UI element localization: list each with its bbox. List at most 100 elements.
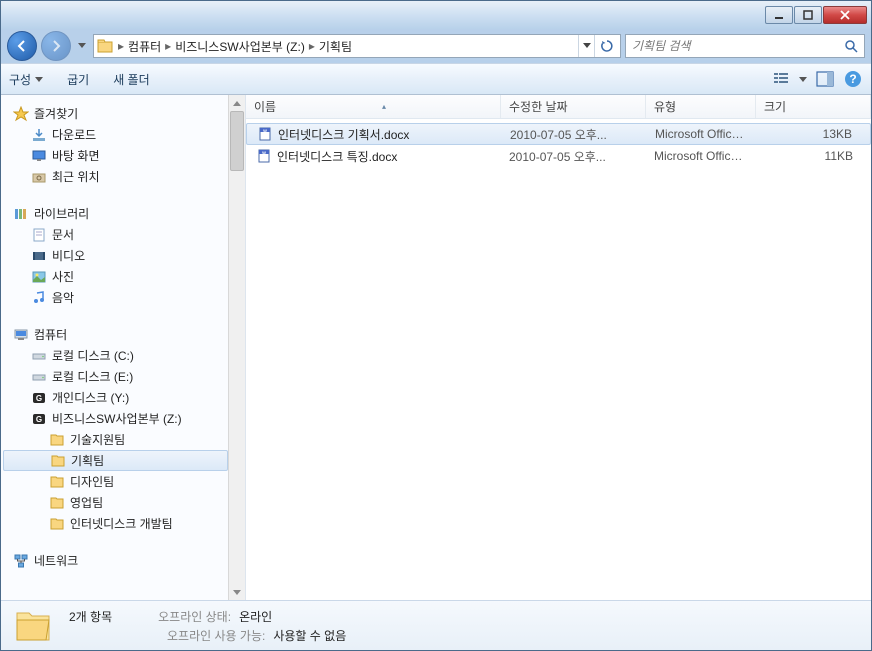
scroll-up-icon[interactable] — [229, 95, 245, 111]
help-button[interactable]: ? — [843, 69, 863, 89]
sidebar-item-network[interactable]: 네트워크 — [3, 550, 228, 571]
file-name: 인터넷디스크 기획서.docx — [278, 126, 409, 143]
sidebar-subfolder[interactable]: 기술지원팀 — [3, 429, 228, 450]
sidebar-item-drive-e[interactable]: 로컬 디스크 (E:) — [3, 366, 228, 387]
sidebar-item-drive-y[interactable]: G 개인디스크 (Y:) — [3, 387, 228, 408]
desktop-icon — [31, 148, 47, 164]
status-text: 2개 항목 오프라인 상태: 온라인 오프라인 사용 가능: 사용할 수 없음 — [69, 608, 346, 644]
sidebar-item-videos[interactable]: 비디오 — [3, 245, 228, 266]
picture-icon — [31, 269, 47, 285]
crumb-computer[interactable]: 컴퓨터 — [124, 38, 165, 55]
file-date: 2010-07-05 오후... — [501, 148, 646, 165]
svg-text:G: G — [36, 415, 42, 424]
video-icon — [31, 248, 47, 264]
tree-label: 다운로드 — [52, 126, 96, 143]
maximize-button[interactable] — [794, 6, 822, 24]
offline-state-label: 오프라인 상태: — [158, 608, 231, 625]
burn-button[interactable]: 굽기 — [67, 71, 89, 88]
crumb-drive[interactable]: 비즈니스SW사업본부 (Z:) — [171, 38, 309, 55]
tree-label: 영업팀 — [70, 494, 103, 511]
column-header-date[interactable]: 수정한 날짜 — [501, 95, 646, 118]
file-size: 11KB — [756, 149, 869, 163]
sidebar-item-favorites[interactable]: 즐겨찾기 — [3, 103, 228, 124]
scroll-thumb[interactable] — [230, 111, 244, 171]
tree-label: 최근 위치 — [52, 168, 100, 185]
column-header-name[interactable]: 이름 ▴ — [246, 95, 501, 118]
forward-button[interactable] — [41, 31, 71, 61]
folder-icon — [49, 495, 65, 511]
tree-label: 컴퓨터 — [34, 326, 67, 343]
libraries-icon — [13, 206, 29, 222]
column-header-type[interactable]: 유형 — [646, 95, 756, 118]
offline-avail-label: 오프라인 사용 가능: — [167, 627, 265, 644]
music-icon — [31, 290, 47, 306]
file-row[interactable]: W 인터넷디스크 기획서.docx 2010-07-05 오후... Micro… — [246, 123, 871, 145]
document-icon — [31, 227, 47, 243]
tree-label: 비즈니스SW사업본부 (Z:) — [52, 410, 182, 427]
search-box[interactable] — [625, 34, 865, 58]
offline-state-value: 온라인 — [239, 608, 272, 625]
sidebar-subfolder[interactable]: 인터넷디스크 개발팀 — [3, 513, 228, 534]
sidebar-item-drive-c[interactable]: 로컬 디스크 (C:) — [3, 345, 228, 366]
col-label: 이름 — [254, 98, 276, 115]
sidebar-subfolder[interactable]: 디자인팀 — [3, 471, 228, 492]
burn-label: 굽기 — [67, 71, 89, 88]
folder-icon — [96, 37, 114, 55]
tree-label: 비디오 — [52, 247, 85, 264]
tree-label: 즐겨찾기 — [34, 105, 78, 122]
col-label: 유형 — [654, 98, 676, 115]
sidebar-item-pictures[interactable]: 사진 — [3, 266, 228, 287]
sidebar-item-music[interactable]: 음악 — [3, 287, 228, 308]
new-folder-button[interactable]: 새 폴더 — [113, 71, 149, 88]
sidebar-item-desktop[interactable]: 바탕 화면 — [3, 145, 228, 166]
search-icon[interactable] — [844, 39, 858, 53]
sidebar-item-libraries[interactable]: 라이브러리 — [3, 203, 228, 224]
toolbar: 구성 굽기 새 폴더 ? — [1, 63, 871, 95]
address-bar[interactable]: ▸ 컴퓨터 ▸ 비즈니스SW사업본부 (Z:) ▸ 기획팀 — [93, 34, 621, 58]
back-button[interactable] — [7, 31, 37, 61]
nav-history-dropdown[interactable] — [75, 36, 89, 56]
svg-text:W: W — [262, 150, 266, 155]
docx-icon: W — [256, 148, 272, 164]
scroll-down-icon[interactable] — [229, 584, 245, 600]
tree-label: 음악 — [52, 289, 74, 306]
file-date: 2010-07-05 오후... — [502, 126, 647, 143]
refresh-button[interactable] — [594, 35, 618, 57]
tree-label: 로컬 디스크 (E:) — [52, 368, 133, 385]
column-header-size[interactable]: 크기 — [756, 95, 871, 118]
drive-icon — [31, 369, 47, 385]
folder-icon — [49, 432, 65, 448]
tree-label: 사진 — [52, 268, 74, 285]
minimize-button[interactable] — [765, 6, 793, 24]
address-dropdown[interactable] — [578, 35, 594, 57]
docx-icon: W — [257, 126, 273, 142]
titlebar — [1, 1, 871, 29]
tree-label: 인터넷디스크 개발팀 — [70, 515, 173, 532]
organize-menu[interactable]: 구성 — [9, 71, 43, 88]
sidebar-item-recent[interactable]: 최근 위치 — [3, 166, 228, 187]
sidebar-subfolder-selected[interactable]: 기획팀 — [3, 450, 228, 471]
sidebar-item-drive-z[interactable]: G 비즈니스SW사업본부 (Z:) — [3, 408, 228, 429]
crumb-folder[interactable]: 기획팀 — [315, 38, 356, 55]
sidebar-scrollbar[interactable] — [228, 95, 245, 600]
star-icon — [13, 106, 29, 122]
sidebar-item-computer[interactable]: 컴퓨터 — [3, 324, 228, 345]
drive-icon — [31, 348, 47, 364]
tree-label: 디자인팀 — [70, 473, 114, 490]
network-drive-icon: G — [31, 390, 47, 406]
close-button[interactable] — [823, 6, 867, 24]
file-row[interactable]: W 인터넷디스크 특징.docx 2010-07-05 오후... Micros… — [246, 145, 871, 167]
search-input[interactable] — [632, 39, 844, 53]
sidebar-subfolder[interactable]: 영업팀 — [3, 492, 228, 513]
preview-pane-button[interactable] — [815, 69, 835, 89]
tree-label: 개인디스크 (Y:) — [52, 389, 129, 406]
sidebar-item-downloads[interactable]: 다운로드 — [3, 124, 228, 145]
view-options-button[interactable] — [771, 69, 791, 89]
svg-text:?: ? — [849, 72, 856, 86]
view-dropdown[interactable] — [799, 77, 807, 82]
column-headers: 이름 ▴ 수정한 날짜 유형 크기 — [246, 95, 871, 119]
download-icon — [31, 127, 47, 143]
file-list[interactable]: W 인터넷디스크 기획서.docx 2010-07-05 오후... Micro… — [246, 119, 871, 600]
sidebar-item-documents[interactable]: 문서 — [3, 224, 228, 245]
explorer-window: ▸ 컴퓨터 ▸ 비즈니스SW사업본부 (Z:) ▸ 기획팀 — [0, 0, 872, 651]
